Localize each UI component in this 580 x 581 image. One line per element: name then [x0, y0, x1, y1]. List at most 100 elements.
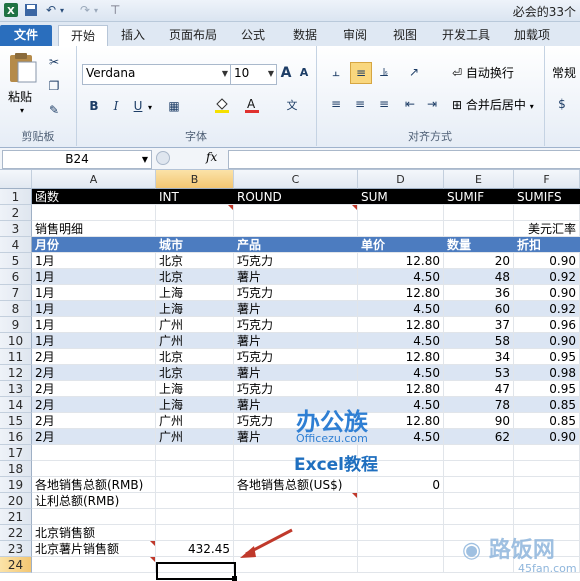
merge-center-button[interactable]: ⊞ 合并后居中 ▾	[452, 96, 534, 113]
cell-e18[interactable]	[444, 461, 514, 477]
cell-c12[interactable]: 薯片	[234, 365, 358, 381]
cell-b9[interactable]: 广州	[156, 317, 234, 333]
cell-a8[interactable]: 1月	[32, 301, 156, 317]
row-header-14[interactable]: 14	[0, 397, 32, 413]
cell-b18[interactable]	[156, 461, 234, 477]
cell-a15[interactable]: 2月	[32, 413, 156, 429]
cell-f3[interactable]: 美元汇率	[514, 221, 580, 237]
column-header-e[interactable]: E	[444, 170, 514, 189]
select-all-corner[interactable]	[0, 170, 32, 189]
cell-f19[interactable]	[514, 477, 580, 493]
cell-d2[interactable]	[358, 205, 444, 221]
cell-f20[interactable]	[514, 493, 580, 509]
cell-e12[interactable]: 53	[444, 365, 514, 381]
cell-d23[interactable]	[358, 541, 444, 557]
cell-e4[interactable]: 数量	[444, 237, 514, 253]
currency-icon[interactable]: $	[552, 94, 572, 114]
cell-d7[interactable]: 12.80	[358, 285, 444, 301]
cell-c13[interactable]: 巧克力	[234, 381, 358, 397]
font-color-icon[interactable]: A	[242, 96, 262, 116]
cell-f16[interactable]: 0.90	[514, 429, 580, 445]
wrap-text-button[interactable]: ⏎ 自动换行	[452, 64, 514, 81]
column-header-d[interactable]: D	[358, 170, 444, 189]
cell-b10[interactable]: 广州	[156, 333, 234, 349]
save-icon[interactable]	[24, 3, 38, 20]
cell-c8[interactable]: 薯片	[234, 301, 358, 317]
cell-d11[interactable]: 12.80	[358, 349, 444, 365]
cell-d4[interactable]: 单价	[358, 237, 444, 253]
cell-b7[interactable]: 上海	[156, 285, 234, 301]
cell-a22[interactable]: 北京销售额	[32, 525, 156, 541]
bold-button[interactable]: B	[84, 96, 104, 116]
row-header-18[interactable]: 18	[0, 461, 32, 477]
cell-e17[interactable]	[444, 445, 514, 461]
cell-a9[interactable]: 1月	[32, 317, 156, 333]
font-size-select[interactable]: 10 ▼	[230, 64, 277, 85]
cell-e15[interactable]: 90	[444, 413, 514, 429]
cell-e9[interactable]: 37	[444, 317, 514, 333]
align-left-icon[interactable]: ≡	[326, 94, 346, 114]
phonetic-button[interactable]: 文	[282, 96, 302, 116]
column-header-c[interactable]: C	[234, 170, 358, 189]
number-format-select[interactable]: 常规	[552, 64, 576, 81]
cell-b6[interactable]: 北京	[156, 269, 234, 285]
cell-f12[interactable]: 0.98	[514, 365, 580, 381]
row-header-7[interactable]: 7	[0, 285, 32, 301]
cell-d6[interactable]: 4.50	[358, 269, 444, 285]
row-header-21[interactable]: 21	[0, 509, 32, 525]
cell-f18[interactable]	[514, 461, 580, 477]
cell-e16[interactable]: 62	[444, 429, 514, 445]
row-header-1[interactable]: 1	[0, 189, 32, 205]
cell-d13[interactable]: 12.80	[358, 381, 444, 397]
cell-e1[interactable]: SUMIF	[444, 189, 514, 205]
row-header-6[interactable]: 6	[0, 269, 32, 285]
cell-b4[interactable]: 城市	[156, 237, 234, 253]
row-header-8[interactable]: 8	[0, 301, 32, 317]
cell-c9[interactable]: 巧克力	[234, 317, 358, 333]
cell-b3[interactable]	[156, 221, 234, 237]
tab-file[interactable]: 文件	[0, 25, 52, 46]
row-header-2[interactable]: 2	[0, 205, 32, 221]
cell-c7[interactable]: 巧克力	[234, 285, 358, 301]
cell-d10[interactable]: 4.50	[358, 333, 444, 349]
cell-b2[interactable]	[156, 205, 234, 221]
orientation-icon[interactable]: ↗	[404, 62, 424, 82]
cell-e13[interactable]: 47	[444, 381, 514, 397]
row-header-12[interactable]: 12	[0, 365, 32, 381]
tab-insert[interactable]: 插入	[112, 25, 154, 46]
cell-b19[interactable]	[156, 477, 234, 493]
paste-dropdown-icon[interactable]: ▾	[20, 106, 24, 115]
align-bottom-icon[interactable]: ⫡	[374, 62, 394, 82]
cell-d14[interactable]: 4.50	[358, 397, 444, 413]
column-header-f[interactable]: F	[514, 170, 580, 189]
cell-a13[interactable]: 2月	[32, 381, 156, 397]
italic-button[interactable]: I	[106, 96, 126, 116]
column-header-a[interactable]: A	[32, 170, 156, 189]
tab-addins[interactable]: 加载项	[506, 25, 558, 46]
fill-handle[interactable]	[232, 576, 237, 581]
cell-f1[interactable]: SUMIFS	[514, 189, 580, 205]
cell-f21[interactable]	[514, 509, 580, 525]
cell-a23[interactable]: 北京薯片销售额	[32, 541, 156, 557]
cell-f5[interactable]: 0.90	[514, 253, 580, 269]
cell-e10[interactable]: 58	[444, 333, 514, 349]
cell-a2[interactable]	[32, 205, 156, 221]
row-header-10[interactable]: 10	[0, 333, 32, 349]
cell-a12[interactable]: 2月	[32, 365, 156, 381]
cell-a17[interactable]	[32, 445, 156, 461]
cell-d15[interactable]: 12.80	[358, 413, 444, 429]
cell-a3[interactable]: 销售明细	[32, 221, 156, 237]
cell-d24[interactable]	[358, 557, 444, 573]
cell-e6[interactable]: 48	[444, 269, 514, 285]
column-header-b[interactable]: B	[156, 170, 234, 189]
tab-review[interactable]: 审阅	[334, 25, 376, 46]
cell-b22[interactable]	[156, 525, 234, 541]
cell-f9[interactable]: 0.96	[514, 317, 580, 333]
cell-c21[interactable]	[234, 509, 358, 525]
insert-function-button[interactable]: fx	[206, 150, 217, 164]
underline-dropdown-icon[interactable]: ▾	[148, 103, 152, 112]
row-header-11[interactable]: 11	[0, 349, 32, 365]
name-box[interactable]: B24 ▼	[2, 150, 152, 169]
cell-e11[interactable]: 34	[444, 349, 514, 365]
increase-indent-icon[interactable]: ⇥	[422, 94, 442, 114]
